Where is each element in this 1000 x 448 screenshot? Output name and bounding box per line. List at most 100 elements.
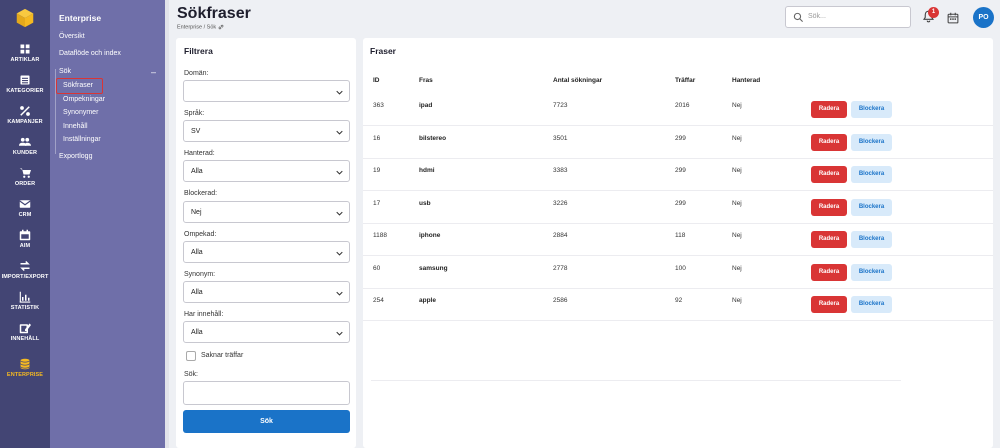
chevron-down-icon [336, 170, 343, 175]
rail-label: ARTIKLAR [10, 57, 40, 63]
rail-item-kampanjer[interactable]: KAMPANJER [0, 100, 50, 130]
rail-label: ORDER [14, 181, 36, 187]
rail-item-aim[interactable]: AIM [0, 224, 50, 254]
search-button[interactable]: Sök [183, 410, 350, 433]
table-row[interactable]: 60 samsung 2778 100 Nej Radera Blockera [363, 257, 993, 289]
table-row[interactable]: 363 ipad 7723 2016 Nej Radera Blockera [363, 94, 993, 126]
arrows-icon [20, 260, 30, 272]
chart-icon [19, 291, 31, 303]
cell-phrase: ipad [419, 102, 433, 109]
logo-cube-icon[interactable] [0, 0, 50, 36]
language-select[interactable]: SV [183, 120, 350, 142]
block-button[interactable]: Blockera [851, 133, 892, 151]
delete-button[interactable]: Radera [811, 166, 847, 183]
rail-item-statistik[interactable]: STATISTIK [0, 286, 50, 316]
collapse-sok-button[interactable]: – [151, 67, 156, 77]
table-row[interactable]: 1188 iphone 2884 118 Nej Radera Blockera [363, 224, 993, 256]
subnav-item-sokfraser[interactable]: Sökfraser [63, 82, 93, 89]
block-button[interactable]: Blockera [851, 101, 892, 118]
table-end-divider [371, 380, 901, 381]
rail-item-order[interactable]: ORDER [0, 162, 50, 192]
chevron-down-icon [336, 90, 343, 95]
cell-searches: 3501 [553, 134, 568, 142]
rail-label: KAMPANJER [7, 119, 43, 125]
subnav-item-sok[interactable]: Sök [59, 68, 71, 75]
no-hits-checkbox[interactable] [186, 351, 196, 361]
rail-label: ENTERPRISE [6, 372, 44, 378]
col-header-handled[interactable]: Hanterad [732, 77, 760, 84]
list-icon [20, 75, 30, 85]
rail-item-artiklar[interactable]: ARTIKLAR [0, 38, 50, 68]
cell-hits: 2016 [675, 102, 690, 109]
block-button[interactable]: Blockera [851, 166, 892, 183]
cell-phrase: samsung [419, 264, 448, 272]
table-row[interactable]: 16 bilstereo 3501 299 Nej Radera Blockera [363, 127, 993, 159]
search-icon [793, 12, 804, 23]
search-placeholder: Sök... [808, 13, 826, 20]
col-header-phrase[interactable]: Fras [419, 77, 433, 84]
sidebar-divider [165, 0, 169, 448]
subnav-item-innehall[interactable]: Innehåll [63, 123, 88, 130]
delete-button[interactable]: Radera [811, 263, 847, 281]
domain-select[interactable] [183, 80, 350, 102]
block-button[interactable]: Blockera [851, 198, 892, 216]
synonym-value: Alla [191, 289, 203, 296]
rail-item-import-export[interactable]: IMPORT/EXPORT [0, 255, 50, 285]
cell-handled: Nej [732, 264, 742, 272]
has-content-label: Har innehåll: [184, 311, 224, 318]
delete-button[interactable]: Radera [811, 133, 847, 151]
cell-id: 1188 [373, 232, 387, 239]
synonym-select[interactable]: Alla [183, 281, 350, 303]
subnav-item-dataflode[interactable]: Dataflöde och index [59, 50, 121, 57]
rail-item-crm[interactable]: CRM [0, 193, 50, 223]
table-row[interactable]: 17 usb 3226 299 Nej Radera Blockera [363, 192, 993, 224]
breadcrumb-text[interactable]: Enterprise / Sök [177, 24, 216, 30]
delete-button[interactable]: Radera [811, 101, 847, 118]
subnav-item-synonymer[interactable]: Synonymer [63, 109, 98, 116]
cell-searches: 7723 [553, 102, 568, 109]
block-button[interactable]: Blockera [851, 263, 892, 281]
col-header-hits[interactable]: Träffar [675, 77, 695, 84]
delete-button[interactable]: Radera [811, 198, 847, 216]
blocked-select[interactable]: Nej [183, 201, 350, 223]
rail-item-innehall[interactable]: INNEHÅLL [0, 317, 50, 347]
redirected-select[interactable]: Alla [183, 241, 350, 263]
rail-label: KATEGORIER [6, 88, 44, 94]
col-header-searches[interactable]: Antal sökningar [553, 77, 602, 84]
calendar-button[interactable] [947, 11, 960, 24]
block-button[interactable]: Blockera [851, 231, 892, 248]
subnav-item-installningar[interactable]: Inställningar [63, 136, 101, 143]
rail-label: INNEHÅLL [10, 336, 40, 342]
link-icon[interactable] [218, 24, 224, 30]
subnav-item-oversikt[interactable]: Översikt [59, 33, 85, 40]
cell-phrase: iphone [419, 232, 441, 239]
has-content-select[interactable]: Alla [183, 321, 350, 343]
sub-sidebar: Enterprise Översikt Dataflöde och index … [50, 0, 165, 448]
phrase-search-input[interactable] [183, 381, 350, 405]
subnav-item-exportlogg[interactable]: Exportlogg [59, 153, 92, 160]
rail-item-kunder[interactable]: KUNDER [0, 131, 50, 161]
rail-item-enterprise[interactable]: ENTERPRISE [0, 353, 50, 383]
edit-icon [19, 323, 31, 334]
blocked-value: Nej [191, 209, 202, 216]
handled-select[interactable]: Alla [183, 160, 350, 182]
col-header-id[interactable]: ID [373, 77, 380, 84]
redirected-label: Ompekad: [184, 231, 217, 238]
has-content-value: Alla [191, 329, 203, 336]
delete-button[interactable]: Radera [811, 296, 847, 313]
table-row[interactable]: 254 apple 2586 92 Nej Radera Blockera [363, 289, 993, 321]
user-avatar[interactable]: PO [973, 7, 994, 28]
subnav-item-ompekningar[interactable]: Ompekningar [63, 96, 105, 103]
cell-searches: 2778 [553, 264, 568, 272]
rail-label: CRM [18, 212, 32, 218]
table-row[interactable]: 19 hdmi 3383 299 Nej Radera Blockera [363, 159, 993, 191]
rail-label: STATISTIK [10, 305, 40, 311]
cell-searches: 2586 [553, 297, 568, 304]
cell-id: 16 [373, 134, 381, 142]
percent-icon [20, 106, 30, 116]
domain-label: Domän: [184, 70, 209, 77]
block-button[interactable]: Blockera [851, 296, 892, 313]
delete-button[interactable]: Radera [811, 231, 847, 248]
global-search-input[interactable]: Sök... [785, 6, 911, 28]
rail-item-kategorier[interactable]: KATEGORIER [0, 69, 50, 99]
